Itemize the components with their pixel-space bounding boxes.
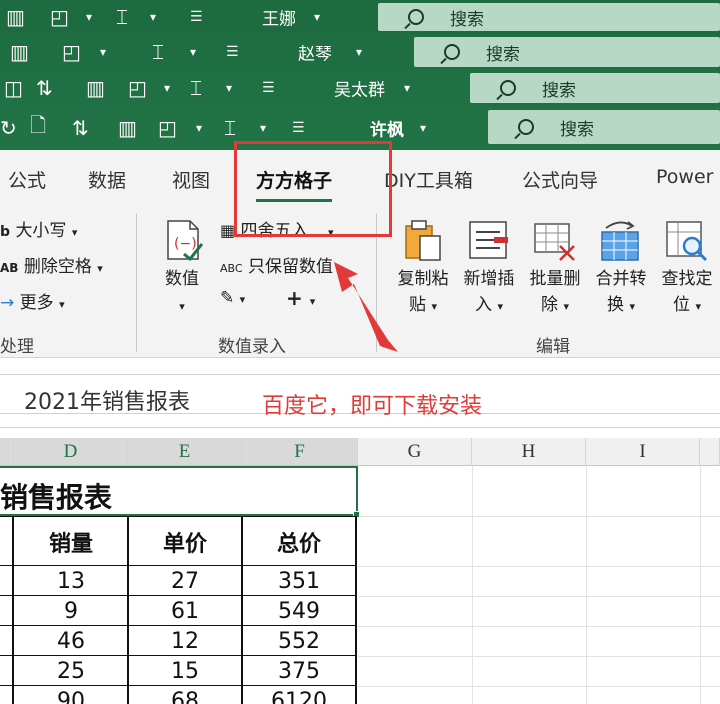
- table-cell[interactable]: 12: [128, 629, 242, 654]
- table-cell[interactable]: 549: [242, 599, 356, 624]
- table-cell[interactable]: 27: [128, 569, 242, 594]
- table-border: [0, 625, 357, 626]
- table-cell[interactable]: 13: [14, 569, 128, 594]
- grid-line: [358, 626, 720, 627]
- worksheet[interactable]: D E F G H I 销售报表 销量 单价 总价 13 27 351 9 61…: [0, 428, 720, 704]
- table-cell[interactable]: 15: [128, 659, 242, 684]
- table-cell[interactable]: 90: [14, 689, 128, 704]
- table-border: [0, 595, 357, 596]
- column-header-d[interactable]: D: [14, 438, 128, 466]
- column-header-e[interactable]: E: [128, 438, 242, 466]
- table-border: [0, 655, 357, 656]
- column-header-prev[interactable]: [0, 438, 14, 466]
- table-border: [0, 516, 357, 517]
- table-cell[interactable]: 25: [14, 659, 128, 684]
- formula-bar: 2021年销售报表 百度它，即可下载安装: [0, 358, 720, 428]
- table-title: 销售报表: [0, 481, 113, 514]
- table-border: [0, 685, 357, 686]
- table-cell[interactable]: 375: [242, 659, 356, 684]
- table-cell[interactable]: 68: [128, 689, 242, 704]
- column-header-i[interactable]: I: [586, 438, 700, 466]
- column-header-f[interactable]: F: [242, 438, 358, 466]
- table-border: [0, 565, 357, 566]
- grid-line: [358, 656, 720, 657]
- table-cell[interactable]: 46: [14, 629, 128, 654]
- table-cell[interactable]: 9: [14, 599, 128, 624]
- grid-line: [358, 596, 720, 597]
- table-cell[interactable]: 351: [242, 569, 356, 594]
- grid-line: [586, 466, 587, 704]
- column-header-next[interactable]: [700, 438, 720, 466]
- column-header-g[interactable]: G: [358, 438, 472, 466]
- table-cell[interactable]: 61: [128, 599, 242, 624]
- annotation-text: 百度它，即可下载安装: [262, 394, 483, 419]
- grid-line: [472, 466, 473, 704]
- header-cell-price[interactable]: 单价: [128, 526, 242, 558]
- table-cell[interactable]: 552: [242, 629, 356, 654]
- table-cell[interactable]: 6120: [242, 689, 356, 704]
- grid-line: [358, 516, 720, 517]
- grid-line: [358, 566, 720, 567]
- header-cell-quantity[interactable]: 销量: [14, 526, 128, 558]
- header-cell-total[interactable]: 总价: [242, 526, 356, 558]
- grid-line: [358, 686, 720, 687]
- grid-line: [700, 466, 701, 704]
- formula-value: 2021年销售报表: [24, 390, 190, 415]
- column-header-h[interactable]: H: [472, 438, 586, 466]
